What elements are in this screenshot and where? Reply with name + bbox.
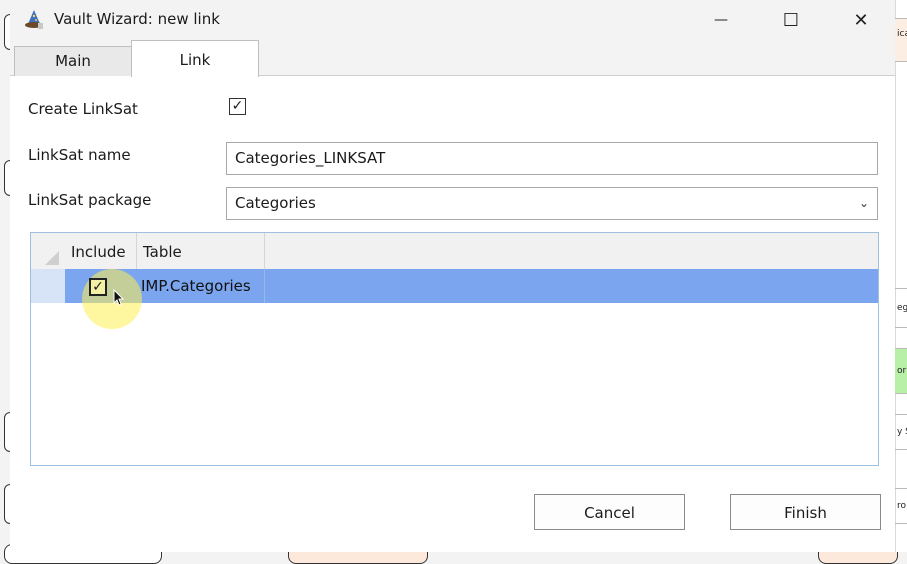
vault-wizard-dialog: Vault Wizard: new link — ☐ ✕ Main Link C… [10, 0, 895, 552]
background-cell: eg [895, 288, 907, 328]
background-right-column [895, 0, 907, 552]
linksat-name-input[interactable]: Categories_LINKSAT [226, 142, 878, 175]
column-header-table[interactable]: Table [137, 233, 265, 269]
create-linksat-label: Create LinkSat [28, 100, 138, 118]
include-checkbox[interactable]: ✓ [89, 278, 107, 296]
background-cell: y S [895, 414, 907, 450]
grid-header: Include Table [31, 233, 878, 269]
maximize-icon: ☐ [782, 9, 800, 31]
cancel-button[interactable]: Cancel [534, 494, 685, 530]
linksat-package-value: Categories [235, 194, 316, 212]
maximize-button[interactable]: ☐ [768, 0, 814, 40]
checkmark-icon: ✓ [92, 279, 104, 295]
linksat-package-label: LinkSat package [28, 191, 152, 209]
title-bar[interactable]: Vault Wizard: new link — ☐ ✕ [10, 0, 895, 40]
background-cell: ro [895, 488, 907, 524]
row-header[interactable] [31, 269, 65, 303]
create-linksat-checkbox[interactable]: ✓ [229, 98, 246, 115]
checkmark-icon: ✓ [231, 98, 244, 114]
tab-link[interactable]: Link [131, 40, 259, 77]
wizard-hat-icon [25, 10, 43, 29]
chevron-down-icon[interactable]: ⌄ [859, 188, 869, 219]
select-all-corner[interactable] [31, 233, 65, 269]
table-name-cell[interactable]: IMP.Categories [137, 269, 265, 303]
minimize-icon: — [714, 12, 728, 28]
linksat-name-value: Categories_LINKSAT [235, 149, 386, 167]
close-icon: ✕ [853, 9, 869, 31]
finish-button[interactable]: Finish [730, 494, 881, 530]
tab-main[interactable]: Main [14, 46, 132, 76]
linksat-package-select[interactable]: Categories ⌄ [226, 187, 878, 220]
minimize-button[interactable]: — [698, 0, 744, 40]
background-cell: or [895, 348, 907, 394]
column-header-include[interactable]: Include [65, 233, 137, 269]
close-button[interactable]: ✕ [838, 0, 884, 40]
linksat-name-label: LinkSat name [28, 146, 131, 164]
table-row[interactable]: IMP.Categories [31, 269, 878, 303]
mouse-pointer-icon [113, 289, 125, 306]
corner-triangle-icon [45, 251, 59, 265]
background-cell: ica [895, 18, 907, 62]
window-title: Vault Wizard: new link [54, 10, 220, 28]
tables-grid: Include Table IMP.Categories ✓ [30, 232, 879, 466]
